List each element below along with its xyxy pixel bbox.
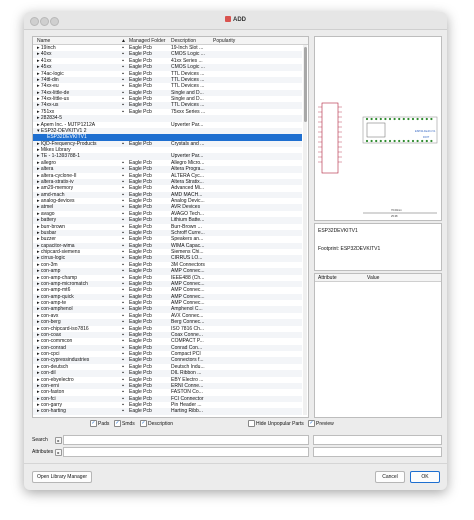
footprint-pad [370, 139, 373, 143]
symbol-pins [318, 106, 342, 163]
footprint-pad [416, 139, 419, 143]
board-vendor-label: DOIT [423, 135, 430, 139]
hide-unpopular-checkbox[interactable]: Hide Unpopular Parts [248, 420, 304, 427]
dimension-width-label: 70.00mm [391, 208, 402, 212]
footprint-pad [384, 117, 387, 121]
footprint-pad [411, 117, 415, 121]
footprint-pad [393, 117, 396, 121]
attributes-header: Attribute Value [315, 274, 441, 282]
filter-options: ✓ Pads ✓ Smds ✓ Description Hide Unpopular … [32, 419, 440, 428]
footprint-pad [430, 139, 433, 143]
board-label: ESP32-DevKit V1 [415, 129, 436, 133]
eagle-app-icon [225, 16, 231, 22]
footprint-pad [421, 117, 424, 121]
footprint-pad [421, 139, 424, 143]
footprint-pad [407, 117, 410, 121]
add-dialog: ADD Name ▲ Managed Folder Description Po… [24, 12, 447, 490]
symbol-outline [321, 102, 339, 174]
tree-scrollbar[interactable] [303, 45, 307, 415]
hide-unpopular-label: Hide Unpopular Parts [256, 420, 304, 427]
library-name: ▸ con-harting [37, 408, 66, 415]
footprint-pad [398, 117, 401, 121]
title-bar: ADD [24, 12, 447, 30]
description-label: Description [148, 420, 174, 427]
footprint-pad [375, 139, 378, 143]
footprint-pad [370, 117, 373, 121]
open-library-manager-button[interactable]: Open Library Manager [32, 471, 92, 483]
footprint-pad [398, 139, 401, 143]
column-managed-folder[interactable]: Managed Folder [129, 38, 165, 44]
pads-check-icon: ✓ [90, 420, 97, 427]
smds-checkbox[interactable]: ✓ Smds [114, 420, 135, 427]
description-panel: ESP32DEVKITV1 Footprint: ESP32DEVKITV1 [314, 223, 442, 271]
preview-label: Preview [316, 420, 334, 427]
package-preview: ESP32-DevKit V1 DOIT 70.00mm 25.38 [314, 36, 442, 221]
lock-icon: ▪ [122, 408, 124, 415]
cancel-button[interactable]: Cancel [375, 471, 405, 483]
library-tree[interactable]: Name ▲ Managed Folder Description Popula… [32, 36, 309, 418]
footprint-pad [379, 139, 382, 143]
attributes-filter-input[interactable] [63, 447, 309, 457]
ok-button[interactable]: OK [410, 471, 440, 483]
description-check-icon: ✓ [140, 420, 147, 427]
attributes-filter-input-extended[interactable] [313, 447, 442, 457]
attributes-filter-label: Attributes [32, 449, 54, 455]
footprint-pad [425, 139, 428, 143]
attributes-table[interactable]: Attribute Value [314, 273, 442, 418]
module-outline [366, 122, 386, 138]
footprint-pad [402, 117, 405, 121]
managed-folder: Eagle Pcb [129, 408, 152, 415]
search-label: Search [32, 437, 48, 443]
footprint-pad [388, 139, 392, 143]
footprint-pad [365, 139, 369, 143]
column-attribute[interactable]: Attribute [318, 275, 337, 281]
footprint-pad [365, 117, 369, 121]
preview-check-icon: ✓ [308, 420, 315, 427]
tree-row[interactable]: ▸ con-harting ▪ Eagle Pcb Harting Ribb... [33, 408, 302, 415]
hide-unpopular-box-icon [248, 420, 255, 427]
footprint-pad [379, 117, 382, 121]
bottom-separator [24, 463, 447, 464]
footprint-pad [416, 117, 419, 121]
footprint-pad [411, 139, 415, 143]
sort-indicator-icon[interactable]: ▲ [121, 38, 126, 44]
window-title: ADD [233, 17, 246, 23]
attributes-history-icon[interactable]: ▸ [55, 449, 62, 456]
search-input[interactable] [63, 435, 309, 445]
preview-drawing: ESP32-DevKit V1 DOIT 70.00mm 25.38 [318, 102, 438, 218]
smds-label: Smds [122, 420, 135, 427]
tree-rows: ▸ 19inch ▪ Eagle Pcb 19-Inch Slot ... ▸ 40xx… [33, 45, 302, 415]
footprint-text: Footprint: ESP32DEVKITV1 [318, 246, 381, 252]
footprint-pad [425, 117, 428, 121]
footprint-pad [375, 117, 378, 121]
pads-label: Pads [98, 420, 110, 427]
tree-scroll-thumb[interactable] [303, 47, 307, 122]
window-title-wrap: ADD [24, 16, 447, 23]
footprint-pad [384, 139, 387, 143]
preview-checkbox[interactable]: ✓ Preview [308, 420, 334, 427]
smds-check-icon: ✓ [114, 420, 121, 427]
footprint-pad [430, 117, 433, 121]
description-checkbox[interactable]: ✓ Description [140, 420, 173, 427]
search-history-icon[interactable]: ▸ [55, 437, 62, 444]
footprint-pad [388, 117, 392, 121]
footprint-pad [402, 139, 405, 143]
footprint-pad [393, 139, 396, 143]
dimension-height-label: 25.38 [391, 214, 398, 218]
pads-checkbox[interactable]: ✓ Pads [90, 420, 109, 427]
footprint-pad [407, 139, 410, 143]
column-description[interactable]: Description [171, 38, 196, 44]
tree-header: Name ▲ Managed Folder Description Popula… [33, 37, 308, 45]
column-popularity[interactable]: Popularity [213, 38, 235, 44]
column-name[interactable]: Name [37, 38, 50, 44]
column-value[interactable]: Value [367, 275, 379, 281]
device-name: ESP32DEVKITV1 [318, 228, 358, 234]
library-description: Harting Ribb... [171, 408, 203, 415]
search-input-extended[interactable] [313, 435, 442, 445]
